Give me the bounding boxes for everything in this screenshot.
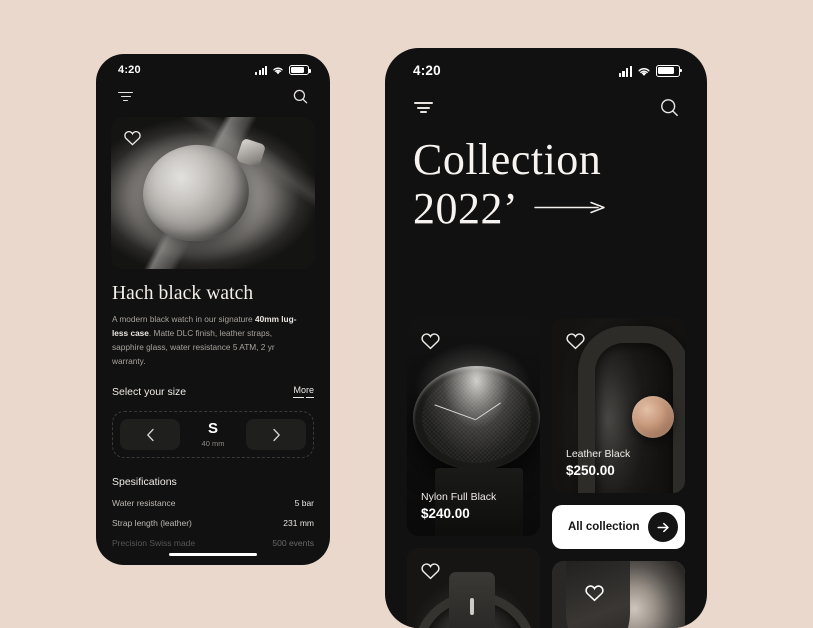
wifi-icon <box>637 66 651 77</box>
chevron-right-icon <box>272 428 280 441</box>
page-title: Collection <box>413 135 602 184</box>
nav-bar <box>385 78 707 117</box>
product-name: Leather Black <box>566 448 631 460</box>
all-collection-button[interactable]: All collection <box>552 505 685 549</box>
product-description: A modern black watch in our signature 40… <box>112 312 302 368</box>
filter-icon[interactable] <box>414 102 433 113</box>
size-selector: S 40 mm <box>112 411 314 458</box>
heart-icon[interactable] <box>420 561 441 580</box>
coin-medallion-art <box>632 396 674 438</box>
table-row: Strap length (leather) 231 mm <box>112 518 314 528</box>
selected-size-mm: 40 mm <box>201 439 225 448</box>
grid-column-right: Leather Black $250.00 All collection <box>552 318 685 628</box>
spec-value: 500 events <box>272 538 314 548</box>
status-time: 4:20 <box>118 64 141 76</box>
phone-mockup-right: 4:20 Collection 2022’ Nylon Full Black $… <box>385 48 707 628</box>
status-icons <box>618 64 682 77</box>
grid-columns: Nylon Full Black $240.00 Leather Black $… <box>407 318 685 628</box>
arrow-right-icon <box>648 512 678 542</box>
heart-icon[interactable] <box>584 583 605 602</box>
description-text-1: A modern black watch in our signature <box>112 314 255 324</box>
search-icon[interactable] <box>660 98 679 117</box>
battery-icon <box>289 65 311 75</box>
product-card[interactable]: Leather Black $250.00 <box>552 318 685 493</box>
product-card[interactable] <box>552 561 685 628</box>
product-card-label: Nylon Full Black $240.00 <box>421 490 496 523</box>
watch-crown-art <box>235 137 267 169</box>
size-next-button[interactable] <box>246 419 306 450</box>
product-card[interactable]: Nylon Full Black $240.00 <box>407 318 540 536</box>
spec-value: 231 mm <box>283 518 314 528</box>
all-collection-label: All collection <box>568 521 640 533</box>
product-grid: Nylon Full Black $240.00 Leather Black $… <box>385 318 707 628</box>
signal-icon <box>255 66 267 75</box>
size-section-header: Select your size More <box>112 385 314 399</box>
product-hero-image <box>111 117 315 269</box>
status-icons <box>255 65 311 75</box>
screen-collection: 4:20 Collection 2022’ Nylon Full Black $… <box>385 48 707 628</box>
page-title-year: 2022’ <box>413 184 519 233</box>
heart-icon[interactable] <box>420 331 441 350</box>
watch-tick-art <box>470 598 474 615</box>
screen-product-detail: 4:20 Hach black watch A modern black wat… <box>96 54 330 565</box>
spec-value: 5 bar <box>294 498 314 508</box>
selected-size-letter: S <box>207 420 218 437</box>
wifi-icon <box>272 66 284 75</box>
product-price: $240.00 <box>421 506 470 521</box>
product-name: Nylon Full Black <box>421 491 497 503</box>
table-row: Water resistance 5 bar <box>112 498 314 508</box>
heart-icon[interactable] <box>123 129 142 146</box>
home-indicator <box>169 552 257 556</box>
page-title-line2: 2022’ <box>385 184 707 234</box>
spec-label: Precision Swiss made <box>112 538 196 548</box>
status-bar: 4:20 <box>96 54 330 76</box>
table-row: Precision Swiss made 500 events <box>112 538 314 548</box>
nav-bar <box>96 76 330 104</box>
search-icon[interactable] <box>293 89 308 104</box>
heart-icon[interactable] <box>565 331 586 350</box>
more-link[interactable]: More <box>293 385 314 399</box>
filter-icon[interactable] <box>118 91 133 102</box>
status-bar: 4:20 <box>385 48 707 78</box>
spec-label: Strap length (leather) <box>112 518 192 528</box>
grid-column-left: Nylon Full Black $240.00 <box>407 318 540 628</box>
battery-icon <box>656 64 682 77</box>
product-details: Hach black watch A modern black watch in… <box>96 283 330 548</box>
spec-label: Water resistance <box>112 498 176 508</box>
phone-mockup-left: 4:20 Hach black watch A modern black wat… <box>96 54 330 565</box>
product-card-label: Leather Black $250.00 <box>566 447 630 480</box>
long-arrow-right-icon[interactable] <box>534 201 607 214</box>
product-card[interactable] <box>407 548 540 628</box>
page-title: Hach black watch <box>112 283 254 304</box>
chevron-left-icon <box>146 428 154 441</box>
signal-icon <box>618 65 632 77</box>
selected-size: S 40 mm <box>186 421 240 448</box>
size-prev-button[interactable] <box>120 419 180 450</box>
status-time: 4:20 <box>413 63 441 78</box>
product-price: $250.00 <box>566 463 615 478</box>
size-section-label: Select your size <box>112 386 187 398</box>
specifications-title: Spesifications <box>112 476 177 488</box>
